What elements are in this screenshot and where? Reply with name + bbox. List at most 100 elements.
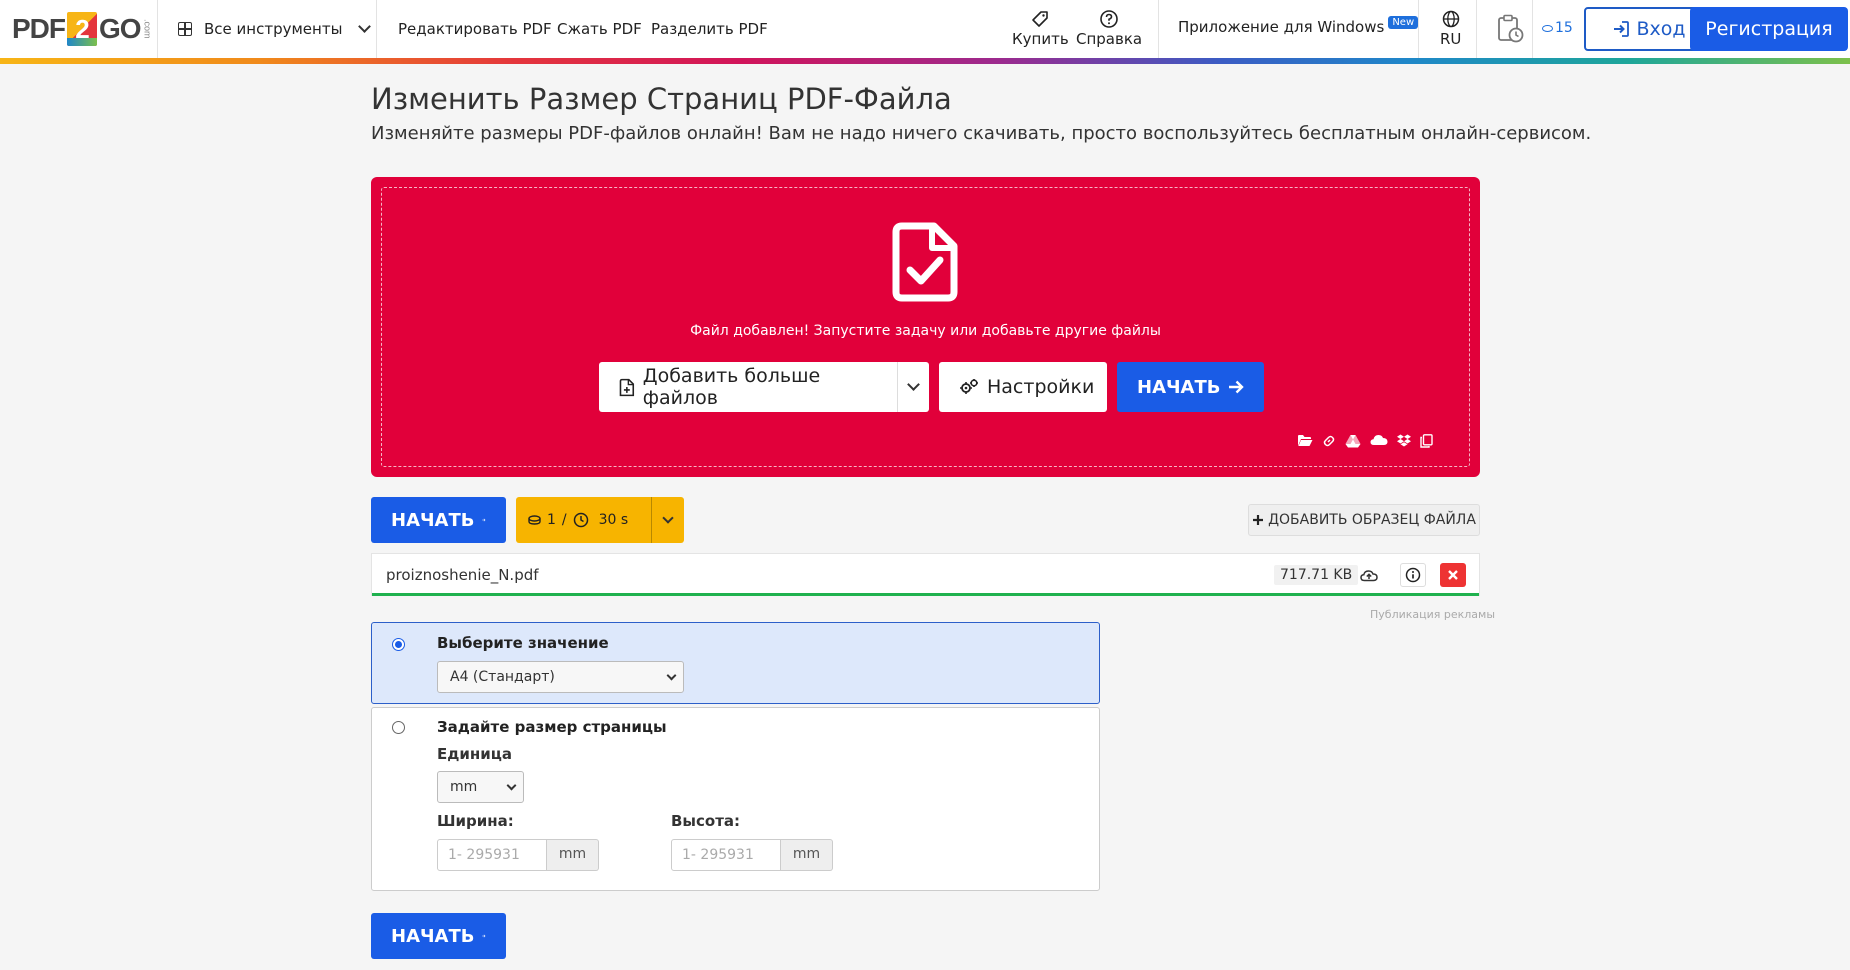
gears-icon: [960, 379, 978, 394]
divider: [376, 0, 377, 58]
dropzone-buttons: Добавить больше файлов Настройки НАЧАТЬ: [599, 362, 1265, 412]
all-tools-label: Все инструменты: [204, 20, 343, 38]
start-button-dropzone[interactable]: НАЧАТЬ: [1117, 362, 1265, 412]
preset-size-radio[interactable]: [392, 638, 405, 651]
width-label: Ширина:: [437, 812, 514, 830]
help-label: Справка: [1076, 30, 1143, 48]
width-input[interactable]: 1- 295931: [437, 839, 547, 871]
page-size-select[interactable]: A4 (Стандарт): [437, 661, 684, 693]
custom-size-label: Задайте размер страницы: [437, 718, 667, 736]
width-unit-addon: mm: [547, 839, 599, 871]
buy-link[interactable]: Купить: [1012, 8, 1069, 48]
upload-cloud-icon[interactable]: [1356, 563, 1382, 587]
divider: [1476, 0, 1477, 58]
windows-app-link[interactable]: Приложение для Windows New: [1178, 16, 1419, 36]
pdf2go-logo[interactable]: PDF 2 GO .com: [12, 12, 153, 46]
page-size-selected: A4 (Стандарт): [450, 669, 555, 685]
settings-button[interactable]: Настройки: [939, 362, 1107, 412]
file-name: proiznoshenie_N.pdf: [386, 566, 539, 584]
upload-progress-bar: [372, 593, 1479, 596]
plus-icon: [1253, 515, 1264, 525]
arrow-right-icon: [482, 518, 486, 522]
help-link[interactable]: Справка: [1076, 8, 1142, 48]
file-plus-icon: [619, 378, 635, 396]
file-check-icon: [892, 222, 958, 306]
language-label: RU: [1440, 30, 1462, 48]
google-drive-icon[interactable]: [1345, 434, 1361, 448]
divider: [1418, 0, 1419, 58]
rainbow-stripe: [0, 58, 1850, 64]
logo-text-left: PDF: [12, 13, 66, 44]
language-switch[interactable]: RU: [1440, 8, 1461, 48]
logo-two: 2: [67, 12, 97, 46]
file-list-item: proiznoshenie_N.pdf 717.71 KB: [371, 553, 1480, 596]
nav-split-pdf[interactable]: Разделить PDF: [651, 20, 768, 38]
start-label: НАЧАТЬ: [1137, 376, 1221, 398]
add-more-files-button[interactable]: Добавить больше файлов: [599, 362, 929, 412]
onedrive-icon[interactable]: [1370, 434, 1388, 446]
file-info-button[interactable]: [1400, 563, 1426, 587]
info-circle-icon: [1405, 567, 1421, 583]
clock-icon: [573, 512, 588, 528]
estimated-time: 30 s: [598, 512, 629, 528]
history-clipboard-icon[interactable]: [1496, 14, 1524, 48]
clipboard-paste-icon[interactable]: [1420, 434, 1433, 448]
credit-cost-button[interactable]: 1 / 30 s: [516, 497, 684, 543]
unit-label: Единица: [437, 745, 512, 763]
add-sample-file-button[interactable]: ДОБАВИТЬ ОБРАЗЕЦ ФАЙЛА: [1248, 504, 1480, 536]
sign-in-icon: [1614, 21, 1630, 37]
coin-icon: [1542, 24, 1553, 32]
windows-app-label: Приложение для Windows: [1178, 18, 1385, 36]
ad-note: Публикация рекламы: [1370, 608, 1496, 621]
new-badge: New: [1388, 16, 1419, 29]
page-title: Изменить Размер Страниц PDF-Файла: [371, 82, 952, 116]
height-label: Высота:: [671, 812, 741, 830]
settings-label: Настройки: [987, 376, 1095, 398]
custom-size-radio[interactable]: [392, 721, 405, 734]
unit-selected: mm: [450, 779, 478, 795]
credit-cost-info: 1 / 30 s: [516, 512, 651, 528]
remove-file-button[interactable]: [1440, 563, 1466, 587]
credits-counter[interactable]: 15: [1542, 20, 1573, 36]
login-label: Вход: [1636, 18, 1686, 40]
nav-edit-pdf[interactable]: Редактировать PDF: [398, 20, 552, 38]
cloud-source-icons: [1297, 434, 1433, 448]
start-button-bottom[interactable]: НАЧАТЬ: [371, 913, 506, 959]
link-icon[interactable]: [1322, 434, 1336, 448]
all-tools-menu[interactable]: Все инструменты: [178, 0, 372, 58]
credit-cost-value: 1: [547, 512, 556, 528]
start-button-top[interactable]: НАЧАТЬ: [371, 497, 506, 543]
add-more-files-label: Добавить больше файлов: [642, 365, 821, 409]
divider: [1532, 0, 1533, 58]
arrow-right-icon: [482, 934, 486, 938]
height-unit-addon: mm: [781, 839, 833, 871]
nav-compress-pdf[interactable]: Сжать PDF: [557, 20, 642, 38]
divider: [157, 0, 158, 58]
unit-select[interactable]: mm: [437, 771, 524, 803]
close-icon: [1448, 570, 1458, 580]
arrow-right-icon: [1229, 380, 1245, 394]
chevron-down-icon: [907, 378, 920, 391]
height-input-group: 1- 295931 mm: [671, 839, 833, 871]
credit-dropdown-toggle[interactable]: [652, 511, 684, 524]
add-more-files-main[interactable]: Добавить больше файлов: [599, 365, 897, 409]
register-button[interactable]: Регистрация: [1690, 7, 1848, 51]
start-label: НАЧАТЬ: [391, 925, 475, 947]
preset-size-option[interactable]: Выберите значение A4 (Стандарт): [371, 622, 1100, 704]
credit-separator: /: [561, 512, 567, 528]
buy-label: Купить: [1012, 30, 1069, 48]
file-size: 717.71 KB: [1274, 565, 1359, 585]
coin-stack-icon: [528, 515, 541, 525]
logo-text-right: GO: [99, 13, 142, 44]
custom-size-option[interactable]: Задайте размер страницы Единица mm Ширин…: [371, 707, 1100, 891]
width-input-group: 1- 295931 mm: [437, 839, 599, 871]
chevron-down-icon: [506, 780, 517, 791]
folder-open-icon[interactable]: [1297, 434, 1313, 447]
logo-suffix: .com: [142, 19, 153, 39]
question-circle-icon: [1099, 8, 1119, 30]
dropbox-icon[interactable]: [1397, 434, 1411, 447]
credits-value: 15: [1555, 20, 1573, 36]
height-input[interactable]: 1- 295931: [671, 839, 781, 871]
add-files-dropdown-toggle[interactable]: [898, 378, 929, 391]
chevron-down-icon: [358, 20, 372, 33]
